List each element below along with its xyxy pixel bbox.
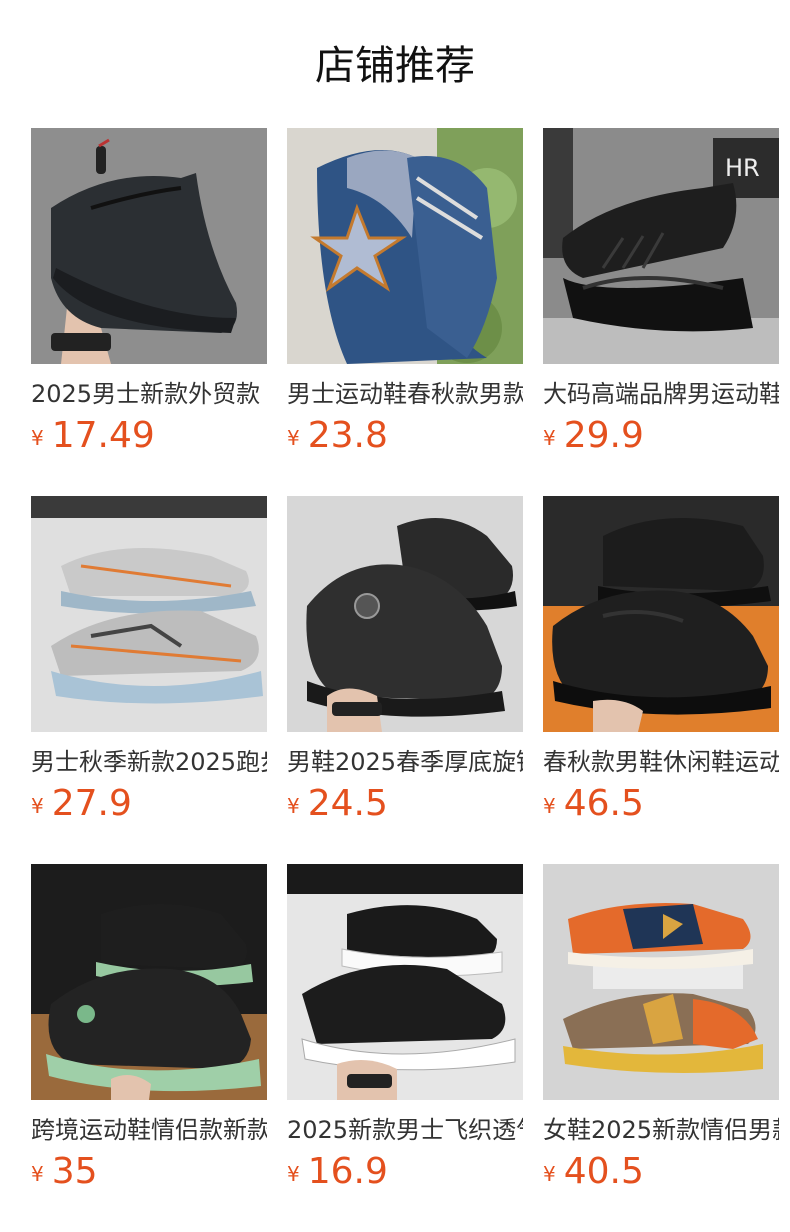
currency-symbol: ¥ bbox=[287, 1162, 300, 1186]
product-card[interactable]: 男鞋2025春季厚底旋钮 ¥24.5 bbox=[287, 496, 523, 836]
product-price: ¥40.5 bbox=[543, 1152, 779, 1198]
product-image[interactable] bbox=[287, 496, 523, 732]
product-card[interactable]: 2025新款男士飞织透气 ¥16.9 bbox=[287, 864, 523, 1204]
currency-symbol: ¥ bbox=[31, 1162, 44, 1186]
currency-symbol: ¥ bbox=[31, 426, 44, 450]
product-card[interactable]: 春秋款男鞋休闲鞋运动 ¥46.5 bbox=[543, 496, 779, 836]
store-recommendation-page: 店铺推荐 2025男士新款外贸款 ¥ 17.49 男士运动鞋春秋款男款 ¥ 23… bbox=[0, 0, 790, 1232]
product-price: ¥29.9 bbox=[543, 416, 779, 462]
price-value: 24.5 bbox=[307, 783, 388, 824]
product-name[interactable]: 女鞋2025新款情侣男款 bbox=[543, 1114, 779, 1146]
product-card[interactable]: 跨境运动鞋情侣款新款 ¥35 bbox=[31, 864, 267, 1204]
product-price: ¥24.5 bbox=[287, 784, 523, 830]
product-price: ¥46.5 bbox=[543, 784, 779, 830]
product-card[interactable]: HR 大码高端品牌男运动鞋 ¥29.9 bbox=[543, 128, 779, 468]
product-name[interactable]: 男士运动鞋春秋款男款 bbox=[287, 378, 523, 410]
product-name[interactable]: 男士秋季新款2025跑步 bbox=[31, 746, 267, 778]
svg-text:HR: HR bbox=[725, 154, 760, 182]
product-price: ¥17.49 bbox=[31, 416, 267, 462]
price-value: 29.9 bbox=[563, 415, 644, 456]
currency-symbol: ¥ bbox=[287, 794, 300, 818]
price-value: 46.5 bbox=[563, 783, 644, 824]
product-name[interactable]: 跨境运动鞋情侣款新款 bbox=[31, 1114, 267, 1146]
price-value: 35 bbox=[51, 1151, 98, 1192]
product-name[interactable]: 男鞋2025春季厚底旋钮 bbox=[287, 746, 523, 778]
currency-symbol: ¥ bbox=[543, 1162, 556, 1186]
price-value: 27.9 bbox=[51, 783, 132, 824]
currency-symbol: ¥ bbox=[543, 426, 556, 450]
price-value: 17.49 bbox=[51, 415, 155, 456]
price-value: 23.8 bbox=[307, 415, 388, 456]
product-image[interactable] bbox=[543, 496, 779, 732]
product-price: ¥27.9 bbox=[31, 784, 267, 830]
product-image[interactable] bbox=[31, 128, 267, 364]
product-price: ¥35 bbox=[31, 1152, 267, 1198]
page-title: 店铺推荐 bbox=[315, 43, 475, 89]
currency-symbol: ¥ bbox=[31, 794, 44, 818]
product-image[interactable]: HR bbox=[543, 128, 779, 364]
product-card[interactable]: 2025男士新款外贸款 ¥17.49 bbox=[31, 128, 267, 468]
price-value: 16.9 bbox=[307, 1151, 388, 1192]
product-card[interactable]: 女鞋2025新款情侣男款 ¥40.5 bbox=[543, 864, 779, 1204]
product-price: ¥23.8 bbox=[287, 416, 523, 462]
product-image[interactable] bbox=[287, 128, 523, 364]
price-value: 40.5 bbox=[563, 1151, 644, 1192]
product-price: ¥16.9 bbox=[287, 1152, 523, 1198]
product-image[interactable] bbox=[543, 864, 779, 1100]
product-name[interactable]: 春秋款男鞋休闲鞋运动 bbox=[543, 746, 779, 778]
product-name[interactable]: 大码高端品牌男运动鞋 bbox=[543, 378, 779, 410]
product-name[interactable]: 2025男士新款外贸款 bbox=[31, 378, 267, 410]
product-image[interactable] bbox=[31, 864, 267, 1100]
currency-symbol: ¥ bbox=[543, 794, 556, 818]
product-card[interactable]: 男士秋季新款2025跑步 ¥27.9 bbox=[31, 496, 267, 836]
product-card[interactable]: 男士运动鞋春秋款男款 ¥23.8 bbox=[287, 128, 523, 468]
product-name[interactable]: 2025新款男士飞织透气 bbox=[287, 1114, 523, 1146]
product-image[interactable] bbox=[31, 496, 267, 732]
product-image[interactable] bbox=[287, 864, 523, 1100]
currency-symbol: ¥ bbox=[287, 426, 300, 450]
